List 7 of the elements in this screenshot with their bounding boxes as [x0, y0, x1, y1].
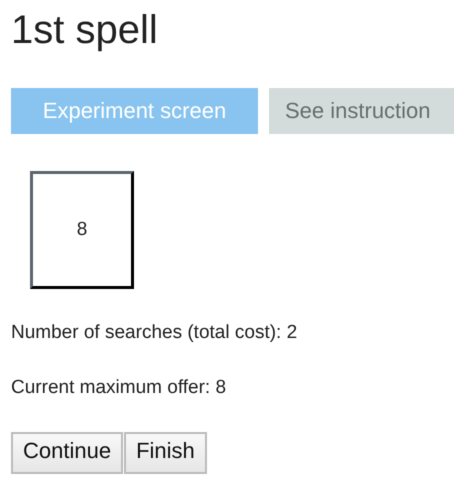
page-title: 1st spell	[11, 7, 159, 54]
finish-button[interactable]: Finish	[124, 432, 207, 474]
info-text: Current maximum offer: 8	[11, 376, 228, 400]
tab[interactable]: See instruction	[269, 88, 454, 134]
info-text: Number of searches (total cost): 2	[11, 321, 298, 345]
offer-box: 8	[30, 171, 134, 289]
continue-button[interactable]: Continue	[11, 432, 124, 474]
